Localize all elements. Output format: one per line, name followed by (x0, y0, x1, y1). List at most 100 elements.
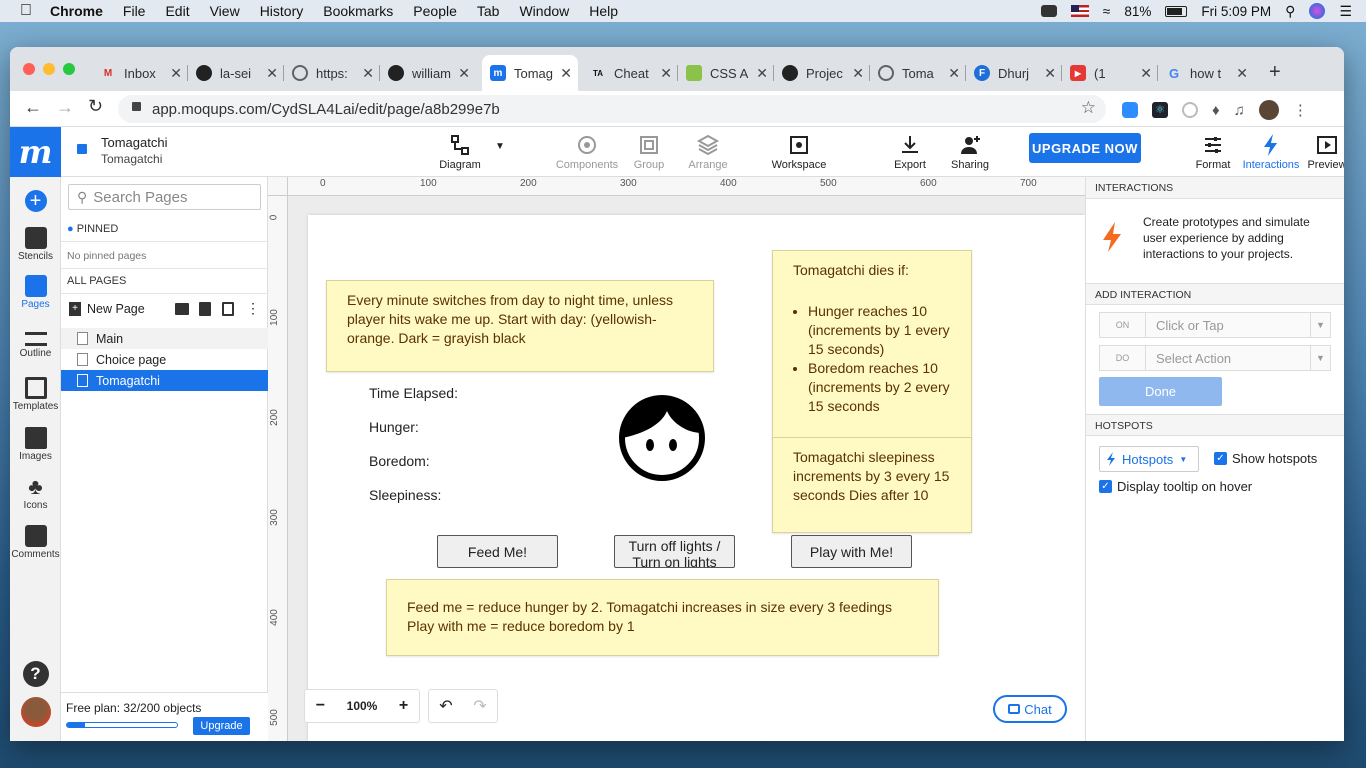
add-folder-icon[interactable] (175, 303, 189, 315)
project-lock-icon[interactable] (77, 144, 87, 154)
rail-templates[interactable]: Templates (10, 377, 61, 412)
components-button[interactable]: Components (551, 133, 623, 171)
diagram-dropdown-icon[interactable]: ▼ (495, 141, 505, 152)
tab-close-icon[interactable]: ✕ (1044, 65, 1056, 82)
url-bar[interactable]: app.moqups.com/CydSLA4Lai/edit/page/a8b2… (118, 95, 1106, 123)
play-with-me-button[interactable]: Play with Me! (791, 535, 912, 568)
zoom-extension-icon[interactable] (1122, 102, 1138, 118)
tooltip-hover-checkbox[interactable]: ✓ Display tooltip on hover (1099, 479, 1252, 494)
spotlight-search-icon[interactable]: ⚲ (1285, 3, 1295, 20)
siri-icon[interactable] (1309, 3, 1326, 19)
browser-tab[interactable]: Projec ✕ (774, 55, 870, 91)
tab-close-icon[interactable]: ✕ (1236, 65, 1248, 82)
page-item-main[interactable]: Main (61, 328, 268, 349)
flag-icon[interactable] (1070, 5, 1089, 17)
page-item-tomagatchi[interactable]: Tomagatchi (61, 370, 268, 391)
canvas-area[interactable]: 0 100 200 300 400 500 600 700 0 100 200 … (268, 177, 1085, 741)
tab-close-icon[interactable]: ✕ (948, 65, 960, 82)
react-devtools-icon[interactable]: ⚛ (1152, 102, 1168, 118)
more-options-icon[interactable]: ⋮ (246, 300, 260, 317)
tab-close-icon[interactable]: ✕ (362, 65, 374, 82)
search-pages-input[interactable]: ⚲ Search Pages (68, 184, 261, 210)
tab-close-icon[interactable]: ✕ (852, 65, 864, 82)
workspace-button[interactable]: Workspace (769, 133, 829, 171)
zoom-status-icon[interactable] (1040, 5, 1057, 17)
rail-stencils[interactable]: Stencils (10, 227, 61, 262)
menu-file[interactable]: File (123, 3, 146, 19)
moqups-logo[interactable]: m (10, 127, 61, 177)
tab-close-icon[interactable]: ✕ (458, 65, 470, 82)
interactions-button[interactable]: Interactions (1239, 133, 1303, 171)
extension-icon[interactable] (1182, 102, 1198, 118)
tab-close-icon[interactable]: ✕ (266, 65, 278, 82)
chat-button[interactable]: Chat (993, 695, 1067, 723)
profile-avatar-icon[interactable] (1258, 100, 1279, 120)
page-item-choice[interactable]: Choice page (61, 349, 268, 370)
zoom-level[interactable]: 100% (347, 699, 378, 713)
rail-images[interactable]: Images (10, 427, 61, 462)
menu-edit[interactable]: Edit (165, 3, 189, 19)
menu-view[interactable]: View (210, 3, 240, 19)
clock[interactable]: Fri 5:09 PM (1201, 4, 1271, 19)
sharing-button[interactable]: Sharing (946, 133, 994, 171)
bookmark-star-icon[interactable]: ☆ (1081, 98, 1096, 118)
puzzle-extensions-icon[interactable]: ♦ (1212, 102, 1220, 119)
zoom-out-button[interactable]: − (316, 697, 325, 715)
sticky-note-day-night[interactable]: Every minute switches from day to night … (326, 280, 714, 372)
apple-icon[interactable]:  (20, 2, 32, 20)
zoom-in-button[interactable]: + (399, 697, 408, 715)
action-select[interactable]: DO Select Action ▼ (1099, 345, 1331, 371)
browser-tab[interactable]: F Dhurj ✕ (966, 55, 1062, 91)
hotspots-dropdown[interactable]: Hotspots ▼ (1099, 446, 1199, 472)
sticky-note-sleepiness[interactable]: Tomagatchi sleepiness increments by 3 ev… (772, 437, 972, 533)
tab-close-icon[interactable]: ✕ (560, 65, 572, 82)
close-window-button[interactable] (23, 63, 35, 75)
forward-arrow-icon[interactable]: → (56, 97, 74, 118)
trash-icon[interactable] (199, 302, 211, 316)
browser-tab[interactable]: ▶ (1 ✕ (1062, 55, 1158, 91)
format-button[interactable]: Format (1193, 133, 1233, 171)
browser-tab[interactable]: Toma ✕ (870, 55, 966, 91)
export-button[interactable]: Export (889, 133, 931, 171)
undo-icon[interactable]: ↶ (439, 696, 452, 716)
face-icon[interactable] (617, 393, 707, 483)
menu-bookmarks[interactable]: Bookmarks (323, 3, 393, 19)
show-hotspots-checkbox[interactable]: ✓ Show hotspots (1214, 451, 1317, 466)
menu-history[interactable]: History (260, 3, 304, 19)
browser-tab[interactable]: https: ✕ (284, 55, 380, 91)
done-button[interactable]: Done (1099, 377, 1222, 406)
tab-close-icon[interactable]: ✕ (170, 65, 182, 82)
redo-icon[interactable]: ↷ (473, 696, 486, 716)
rail-comments[interactable]: Comments (10, 525, 61, 560)
tab-close-icon[interactable]: ✕ (1140, 65, 1152, 82)
browser-tab[interactable]: TA Cheat ✕ (582, 55, 678, 91)
browser-tab[interactable]: M Inbox ✕ (92, 55, 188, 91)
browser-tab[interactable]: william ✕ (380, 55, 476, 91)
feed-me-button[interactable]: Feed Me! (437, 535, 558, 568)
diagram-button[interactable]: Diagram (429, 133, 491, 171)
duplicate-icon[interactable] (222, 302, 234, 316)
menu-help[interactable]: Help (589, 3, 618, 19)
back-arrow-icon[interactable]: ← (24, 97, 42, 118)
group-button[interactable]: Group (629, 133, 669, 171)
chrome-menu-icon[interactable]: ⋮ (1293, 101, 1308, 119)
notification-center-icon[interactable]: ☰ (1339, 3, 1352, 20)
browser-tab[interactable]: CSS A ✕ (678, 55, 774, 91)
browser-tab[interactable]: la-sei ✕ (188, 55, 284, 91)
tab-close-icon[interactable]: ✕ (660, 65, 672, 82)
menu-app-name[interactable]: Chrome (50, 3, 103, 19)
maximize-window-button[interactable] (63, 63, 75, 75)
preview-button[interactable]: Preview (1305, 133, 1344, 171)
new-page-button[interactable]: + New Page (69, 302, 145, 316)
arrange-button[interactable]: Arrange (681, 133, 735, 171)
user-avatar[interactable] (10, 697, 61, 729)
minimize-window-button[interactable] (43, 63, 55, 75)
menu-window[interactable]: Window (519, 3, 569, 19)
trigger-select[interactable]: ON Click or Tap ▼ (1099, 312, 1331, 338)
rail-icons[interactable]: ♣ Icons (10, 476, 61, 512)
design-page[interactable]: Every minute switches from day to night … (308, 215, 1085, 741)
project-name[interactable]: Tomagatchi (101, 135, 167, 150)
add-button[interactable]: + (10, 190, 61, 214)
battery-icon[interactable] (1165, 5, 1188, 17)
menu-people[interactable]: People (413, 3, 457, 19)
